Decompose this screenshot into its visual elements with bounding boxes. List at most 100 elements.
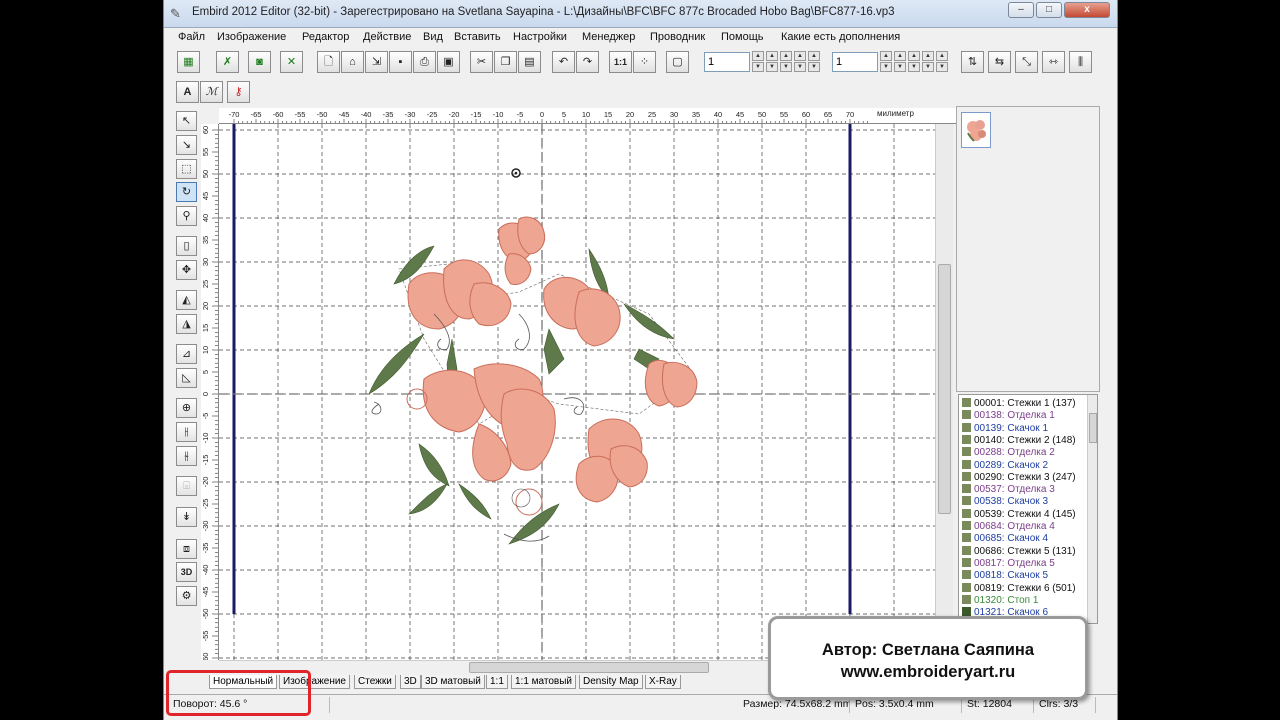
- needle-icon[interactable]: ↡: [176, 507, 197, 527]
- design-canvas[interactable]: [219, 124, 953, 660]
- spin-down-4[interactable]: ▼: [794, 62, 806, 72]
- stitch-list-scrollbar[interactable]: [1087, 395, 1097, 623]
- spin-input-1[interactable]: [704, 52, 750, 72]
- zoom-icon[interactable]: ⚲: [176, 206, 197, 226]
- camera-icon[interactable]: ◙: [248, 51, 271, 73]
- arrow-select-icon[interactable]: ↖: [176, 111, 197, 131]
- align-icon[interactable]: ⇅: [961, 51, 984, 73]
- export-icon[interactable]: ▣: [437, 51, 460, 73]
- import-icon[interactable]: ⇲: [365, 51, 388, 73]
- open-folder-icon[interactable]: ⌂: [341, 51, 364, 73]
- stitch-list-item[interactable]: 00538: Скачок 3: [959, 496, 1089, 508]
- spin-down-8[interactable]: ▼: [908, 62, 920, 72]
- stitch-list-item[interactable]: 00686: Стежки 5 (131): [959, 545, 1089, 558]
- menu-explorer[interactable]: Проводник: [650, 31, 705, 43]
- canvas-vscroll-thumb[interactable]: [938, 264, 951, 514]
- spin-up-9[interactable]: ▲: [922, 51, 934, 61]
- menu-editor[interactable]: Редактор: [302, 31, 349, 43]
- spin-input-2[interactable]: [832, 52, 878, 72]
- stitch-list-item[interactable]: 00138: Отделка 1: [959, 410, 1089, 422]
- menu-insert[interactable]: Вставить: [454, 31, 501, 43]
- spin-up-7[interactable]: ▲: [894, 51, 906, 61]
- spin-up-4[interactable]: ▲: [794, 51, 806, 61]
- print-icon[interactable]: ⎙: [413, 51, 436, 73]
- flip-horizontal-icon[interactable]: ◭: [176, 290, 197, 310]
- tab-1to1[interactable]: 1:1: [486, 675, 508, 689]
- text-a-button[interactable]: A: [176, 81, 199, 103]
- width-icon[interactable]: ⇿: [1042, 51, 1065, 73]
- 3d-view-icon[interactable]: 3D: [176, 562, 197, 582]
- canvas-hscroll-thumb[interactable]: [469, 662, 709, 673]
- stitch-sequence-list[interactable]: 00001: Стежки 1 (137) 00138: Отделка 1 001…: [958, 394, 1098, 624]
- merge-icon[interactable]: ⫳: [176, 446, 197, 466]
- stitch-list-item[interactable]: 00289: Скачок 2: [959, 459, 1089, 472]
- menu-file[interactable]: Файл: [178, 31, 205, 43]
- tab-3d[interactable]: 3D: [400, 675, 421, 689]
- menu-action[interactable]: Действие: [363, 31, 411, 43]
- stitch-list-item[interactable]: 00818: Скачок 5: [959, 570, 1089, 582]
- stitch-list-item[interactable]: 01320: Стоп 1: [959, 594, 1089, 607]
- design-thumbnail[interactable]: [961, 112, 991, 148]
- stitch-list-item[interactable]: 00139: Скачок 1: [959, 422, 1089, 435]
- crossed-icon[interactable]: ✕: [280, 51, 303, 73]
- rotate-icon[interactable]: ↻: [176, 182, 197, 202]
- tab-density-map[interactable]: Density Map: [579, 675, 643, 689]
- spin-down-7[interactable]: ▼: [894, 62, 906, 72]
- copy-icon[interactable]: ❐: [494, 51, 517, 73]
- redo-icon[interactable]: ↷: [576, 51, 599, 73]
- grid-icon[interactable]: ▦: [177, 51, 200, 73]
- menu-image[interactable]: Изображение: [217, 31, 286, 43]
- maximize-button[interactable]: □: [1036, 2, 1062, 18]
- spin-down-6[interactable]: ▼: [880, 62, 892, 72]
- stitch-list-item[interactable]: 00539: Стежки 4 (145): [959, 508, 1089, 521]
- lasso-select-icon[interactable]: ↘: [176, 135, 197, 155]
- skew-icon[interactable]: ⊿: [176, 344, 197, 364]
- new-file-icon[interactable]: 🗋: [317, 51, 340, 73]
- menu-manager[interactable]: Менеджер: [582, 31, 635, 43]
- spin-down-9[interactable]: ▼: [922, 62, 934, 72]
- tab-stitches[interactable]: Стежки: [354, 675, 396, 689]
- split-icon[interactable]: ⫲: [176, 422, 197, 442]
- minimize-button[interactable]: –: [1008, 2, 1034, 18]
- spin-up-2[interactable]: ▲: [766, 51, 778, 61]
- flip-vertical-icon[interactable]: ◮: [176, 314, 197, 334]
- stitch-points-icon[interactable]: ⁘: [633, 51, 656, 73]
- close-button[interactable]: x: [1064, 2, 1110, 18]
- spin-down-10[interactable]: ▼: [936, 62, 948, 72]
- menu-view[interactable]: Вид: [423, 31, 443, 43]
- stitch-list-item[interactable]: 00290: Стежки 3 (247): [959, 471, 1089, 484]
- spin-down-3[interactable]: ▼: [780, 62, 792, 72]
- select-tool-icon[interactable]: ✗: [216, 51, 239, 73]
- box-select-icon[interactable]: ⬚: [176, 159, 197, 179]
- tab-xray[interactable]: X-Ray: [645, 675, 681, 689]
- distribute-icon[interactable]: ⫼: [1069, 51, 1092, 73]
- mirror-icon[interactable]: ⇆: [988, 51, 1011, 73]
- monogram-icon[interactable]: ℳ: [200, 81, 223, 103]
- resize-icon[interactable]: ⤡: [1015, 51, 1038, 73]
- spin-down-1[interactable]: ▼: [752, 62, 764, 72]
- slant-icon[interactable]: ◺: [176, 368, 197, 388]
- sewing-machine-icon[interactable]: ⚙: [176, 586, 197, 606]
- spin-up-10[interactable]: ▲: [936, 51, 948, 61]
- hoop-icon[interactable]: ▢: [666, 51, 689, 73]
- stitch-list-item[interactable]: 00537: Отделка 3: [959, 484, 1089, 496]
- canvas-vertical-scrollbar[interactable]: [935, 124, 953, 660]
- stitch-list-item[interactable]: 00001: Стежки 1 (137): [959, 398, 1089, 410]
- save-icon[interactable]: ▪: [389, 51, 412, 73]
- menu-settings[interactable]: Настройки: [513, 31, 567, 43]
- zoom-1to1-button[interactable]: 1:1: [609, 51, 632, 73]
- tab-1to1-matte[interactable]: 1:1 матовый: [511, 675, 577, 689]
- key-icon[interactable]: ⚷: [227, 81, 250, 103]
- menu-addons[interactable]: Какие есть дополнения: [781, 31, 900, 43]
- stitch-list-scroll-thumb[interactable]: [1089, 413, 1097, 443]
- stitch-list-item[interactable]: 00819: Стежки 6 (501): [959, 582, 1089, 595]
- cut-icon[interactable]: ✂: [470, 51, 493, 73]
- spin-up-8[interactable]: ▲: [908, 51, 920, 61]
- tab-3d-matte[interactable]: 3D матовый: [421, 675, 485, 689]
- paste-icon[interactable]: ▤: [518, 51, 541, 73]
- frame-icon[interactable]: ⧈: [176, 539, 197, 559]
- spin-up-1[interactable]: ▲: [752, 51, 764, 61]
- menu-help[interactable]: Помощь: [721, 31, 764, 43]
- stitch-list-item[interactable]: 00288: Отделка 2: [959, 447, 1089, 459]
- stitch-list-item[interactable]: 00685: Скачок 4: [959, 533, 1089, 545]
